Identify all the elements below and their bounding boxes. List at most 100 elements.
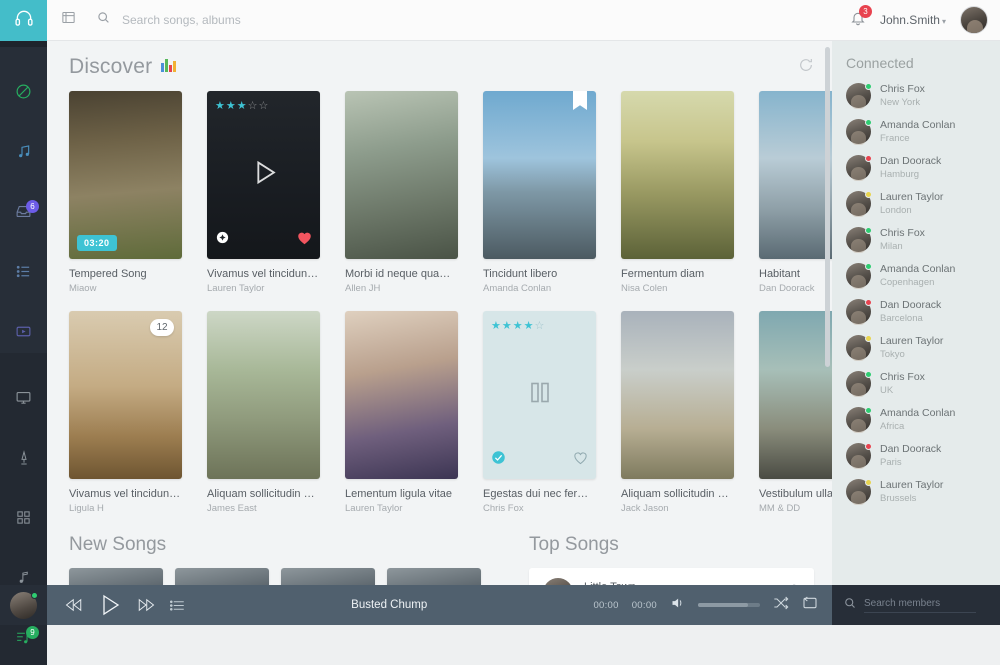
song-thumbnail[interactable]: [345, 91, 458, 259]
menu-toggle-button[interactable]: [47, 10, 89, 30]
member-location: Brussels: [880, 493, 917, 504]
song-card[interactable]: Aliquam sollicitudin vene... Jack Jason: [621, 311, 734, 514]
fast-forward-icon[interactable]: [137, 598, 155, 612]
song-artist: Ligula H: [69, 503, 104, 514]
song-thumbnail[interactable]: [759, 311, 832, 479]
duration-badge: 03:20: [77, 235, 117, 251]
song-thumbnail[interactable]: ★★★☆☆: [207, 91, 320, 259]
song-thumbnail[interactable]: [207, 311, 320, 479]
connected-member[interactable]: Chris Fox UK: [846, 371, 1000, 397]
member-search-input[interactable]: [864, 597, 976, 613]
connected-member[interactable]: Dan Doorack Barcelona: [846, 299, 1000, 325]
connected-member[interactable]: Dan Doorack Paris: [846, 443, 1000, 469]
new-song-thumb-1[interactable]: [69, 568, 163, 585]
notification-badge: 3: [858, 4, 872, 18]
connected-member[interactable]: Lauren Taylor Tokyo: [846, 335, 1000, 361]
sidebar-item-playlist[interactable]: 9: [0, 621, 47, 659]
main-content: Discover 03:20 Tempered Song Miaow ★★★☆☆…: [47, 41, 832, 585]
song-card[interactable]: Aliquam sollicitudin vene... James East: [207, 311, 320, 514]
pause-icon[interactable]: [527, 379, 553, 412]
connected-member[interactable]: Amanda Conlan Copenhagen: [846, 263, 1000, 289]
content-scrollbar[interactable]: [825, 47, 830, 367]
notifications-button[interactable]: 3: [850, 4, 872, 31]
star-rating[interactable]: ★★★★☆: [491, 319, 545, 332]
avatar: [846, 227, 872, 253]
new-song-thumb-3[interactable]: [281, 568, 375, 585]
song-card[interactable]: ★★★☆☆ Vivamus vel tincidunt li Lauren Ta…: [207, 91, 320, 294]
play-icon[interactable]: [98, 593, 122, 617]
player-right-controls: 00:00 00:00: [593, 596, 832, 615]
connected-member[interactable]: Dan Doorack Hamburg: [846, 155, 1000, 181]
refresh-icon[interactable]: [798, 57, 814, 78]
song-artist: Chris Fox: [483, 503, 524, 514]
microphone-icon: [16, 449, 32, 471]
volume-fill: [698, 603, 748, 607]
status-dot: [865, 155, 872, 162]
app-logo[interactable]: [0, 0, 47, 41]
avatar[interactable]: [10, 591, 38, 619]
user-menu[interactable]: John.Smith ▾: [880, 11, 946, 29]
connected-member[interactable]: Amanda Conlan Africa: [846, 407, 1000, 433]
song-card[interactable]: Lementum ligula vitae Lauren Taylor: [345, 311, 458, 514]
add-circle-icon[interactable]: [215, 230, 230, 250]
sidebar-item-block[interactable]: [0, 75, 47, 113]
sidebar-item-music[interactable]: [0, 135, 47, 173]
shuffle-icon[interactable]: [773, 596, 789, 615]
rewind-icon[interactable]: [65, 598, 83, 612]
song-thumbnail[interactable]: [621, 91, 734, 259]
song-thumbnail[interactable]: 03:20: [69, 91, 182, 259]
connected-member[interactable]: Amanda Conlan France: [846, 119, 1000, 145]
song-card[interactable]: 03:20 Tempered Song Miaow: [69, 91, 182, 294]
time-elapsed: 00:00: [593, 599, 619, 611]
song-thumbnail[interactable]: [345, 311, 458, 479]
song-thumbnail[interactable]: [621, 311, 734, 479]
connected-member[interactable]: Lauren Taylor Brussels: [846, 479, 1000, 505]
star-rating[interactable]: ★★★☆☆: [215, 99, 269, 112]
new-song-thumb-4[interactable]: [387, 568, 481, 585]
song-thumbnail[interactable]: [483, 91, 596, 259]
song-thumbnail[interactable]: 12: [69, 311, 182, 479]
sidebar-item-grid[interactable]: [0, 501, 47, 539]
song-title: Vivamus vel tincidunt lib...: [207, 268, 320, 280]
heart-filled-icon[interactable]: [297, 231, 312, 250]
volume-icon[interactable]: [670, 596, 685, 615]
playlist-icon[interactable]: [170, 599, 185, 612]
connected-member[interactable]: Lauren Taylor London: [846, 191, 1000, 217]
sidebar-item-inbox[interactable]: 6: [0, 195, 47, 233]
sidebar-item-list[interactable]: [0, 255, 47, 293]
avatar: [846, 119, 872, 145]
sidebar-item-microphone[interactable]: [0, 441, 47, 479]
sidebar-item-video[interactable]: [0, 315, 47, 353]
song-thumbnail[interactable]: 6: [759, 91, 832, 259]
repeat-icon[interactable]: [802, 596, 818, 615]
new-songs-grid: [69, 568, 499, 585]
song-card[interactable]: Tincidunt libero Amanda Conlan: [483, 91, 596, 294]
song-artist: Allen JH: [345, 283, 381, 294]
song-card[interactable]: 6 Habitant Dan Doorack: [759, 91, 832, 294]
play-icon[interactable]: [247, 156, 281, 195]
volume-slider[interactable]: [698, 603, 760, 607]
top-bar-right: 3 John.Smith ▾: [850, 4, 1000, 34]
list-item[interactable]: Little Town by Chris Fox 1: [543, 578, 800, 585]
connected-member[interactable]: Chris Fox Milan: [846, 227, 1000, 253]
song-title: Fermentum diam: [621, 268, 705, 280]
member-location: Africa: [880, 421, 905, 432]
check-circle-icon[interactable]: [491, 450, 506, 470]
song-card[interactable]: Fermentum diam Nisa Colen: [621, 91, 734, 294]
discover-header: Discover: [69, 55, 814, 91]
avatar[interactable]: [960, 6, 988, 34]
song-thumbnail[interactable]: ★★★★☆: [483, 311, 596, 479]
song-card[interactable]: Vestibulum ullamcorper MM & DD: [759, 311, 832, 514]
sidebar-item-monitor[interactable]: [0, 381, 47, 419]
new-song-thumb-2[interactable]: [175, 568, 269, 585]
song-card[interactable]: Morbi id neque quam liq... Allen JH: [345, 91, 458, 294]
heart-outline-icon[interactable]: [573, 451, 588, 470]
search-input[interactable]: [122, 13, 422, 27]
member-name: Amanda Conlan: [880, 407, 956, 419]
bookmark-icon[interactable]: [573, 91, 587, 110]
song-card[interactable]: 12 Vivamus vel tincidunt lib... Ligula H: [69, 311, 182, 514]
member-name: Chris Fox: [880, 227, 925, 239]
connected-member[interactable]: Chris Fox New York: [846, 83, 1000, 109]
song-artist: Amanda Conlan: [483, 283, 552, 294]
song-card[interactable]: ★★★★☆ Egestas dui nec ferme Chris Fox: [483, 311, 596, 514]
